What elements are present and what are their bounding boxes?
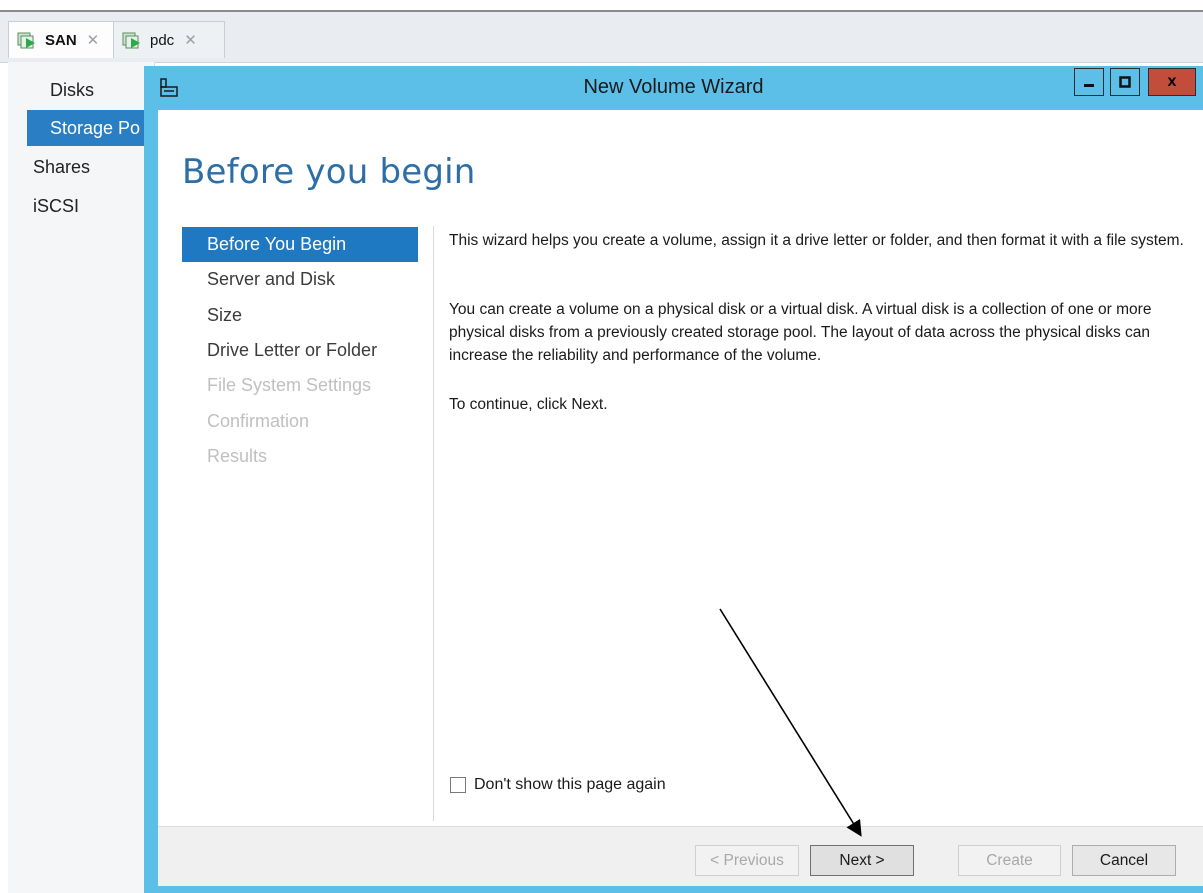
vm-icon (122, 30, 144, 50)
minimize-icon (1084, 84, 1094, 87)
step-before-you-begin[interactable]: Before You Begin (182, 227, 418, 262)
tab-label: SAN (45, 31, 77, 49)
steps-divider (433, 226, 434, 821)
dont-show-again-row[interactable]: Don't show this page again (450, 776, 666, 794)
button-bar: < Previous Next > Create Cancel (158, 826, 1203, 886)
create-button[interactable]: Create (958, 845, 1061, 876)
nav-item-iscsi[interactable]: iSCSI (33, 196, 79, 217)
tab-san[interactable]: SAN ✕ (8, 21, 121, 58)
description-paragraph: You can create a volume on a physical di… (449, 301, 1152, 364)
nav-item-storage-pools[interactable]: Storage Po (27, 110, 154, 146)
step-size[interactable]: Size (182, 298, 418, 333)
tab-pdc[interactable]: pdc ✕ (113, 21, 225, 58)
dont-show-again-label[interactable]: Don't show this page again (474, 776, 666, 794)
maximize-button[interactable] (1110, 68, 1140, 96)
tab-label: pdc (150, 31, 175, 49)
previous-button[interactable]: < Previous (695, 845, 799, 876)
nav-item-shares[interactable]: Shares (33, 157, 90, 178)
close-icon[interactable]: ✕ (184, 31, 197, 49)
intro-paragraph: This wizard helps you create a volume, a… (449, 232, 1184, 249)
close-button[interactable]: x (1148, 68, 1196, 96)
continue-paragraph: To continue, click Next. (449, 396, 608, 413)
vm-icon (17, 30, 39, 50)
page-title: Before you begin (182, 152, 476, 192)
minimize-button[interactable] (1074, 68, 1104, 96)
new-volume-wizard-window: New Volume Wizard x Before you begin Bef… (144, 66, 1203, 893)
close-icon[interactable]: ✕ (87, 31, 100, 49)
close-icon: x (1167, 73, 1177, 90)
nav-item-disks[interactable]: Disks (50, 80, 94, 101)
dont-show-again-checkbox[interactable] (450, 777, 466, 793)
step-drive-letter-or-folder[interactable]: Drive Letter or Folder (182, 333, 418, 368)
step-file-system-settings: File System Settings (207, 375, 372, 395)
left-nav: Disks Storage Po Shares iSCSI (8, 62, 155, 893)
wizard-client-area: Before you begin Before You Begin Server… (158, 110, 1203, 886)
next-button[interactable]: Next > (810, 845, 914, 876)
cancel-button[interactable]: Cancel (1072, 845, 1176, 876)
title-bar[interactable]: New Volume Wizard x (144, 66, 1203, 110)
step-results: Results (207, 446, 268, 466)
step-confirmation: Confirmation (207, 411, 310, 431)
host-tab-bar: SAN ✕ pdc ✕ (0, 12, 1203, 63)
window-title: New Volume Wizard (583, 76, 764, 98)
maximize-icon (1119, 76, 1131, 88)
step-server-and-disk[interactable]: Server and Disk (182, 262, 418, 297)
